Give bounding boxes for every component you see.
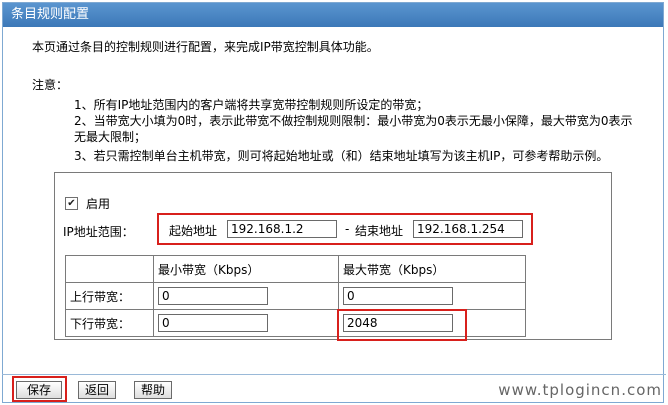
table-header-row: 最小带宽（Kbps） 最大带宽（Kbps） bbox=[65, 255, 526, 283]
enable-row: ✔ 启用 bbox=[65, 195, 110, 212]
enable-checkbox[interactable]: ✔ bbox=[65, 197, 78, 210]
max-downstream-highlight bbox=[337, 309, 467, 341]
watermark: www.tplogincn.com bbox=[498, 381, 662, 399]
upstream-max-input[interactable]: 0 bbox=[343, 287, 453, 305]
end-address-input[interactable]: 192.168.1.254 bbox=[413, 220, 523, 238]
window-title: 条目规则配置 bbox=[3, 3, 663, 27]
save-button[interactable]: 保存 bbox=[16, 381, 62, 399]
rule-form: ✔ 启用 IP地址范围： 起始地址 192.168.1.2 - 结束地址 192… bbox=[54, 172, 612, 341]
start-address-input[interactable]: 192.168.1.2 bbox=[227, 220, 337, 238]
intro-text: 本页通过条目的控制规则进行配置，来完成IP带宽控制具体功能。 bbox=[32, 40, 379, 54]
enable-label: 启用 bbox=[86, 197, 111, 211]
note-line-3: 无最大限制； bbox=[74, 130, 147, 144]
ip-range-highlight: 起始地址 192.168.1.2 - 结束地址 192.168.1.254 bbox=[157, 213, 533, 245]
header-blank bbox=[65, 255, 154, 283]
note-line-2: 2、当带宽大小填为0时，表示此带宽不做控制规则限制：最小带宽为0表示无最小保障，… bbox=[74, 114, 633, 128]
upstream-label: 上行带宽： bbox=[65, 282, 154, 310]
ip-range-label: IP地址范围： bbox=[63, 225, 134, 239]
table-row: 上行带宽： 0 0 bbox=[65, 282, 526, 310]
note-line-4: 3、若只需控制单台主机带宽，则可将起始地址或（和）结束地址填写为该主机IP，可参… bbox=[74, 149, 609, 163]
range-separator: - bbox=[345, 222, 350, 236]
downstream-min-input[interactable]: 0 bbox=[158, 314, 268, 332]
downstream-label: 下行带宽： bbox=[65, 309, 154, 337]
header-min-bandwidth: 最小带宽（Kbps） bbox=[153, 255, 339, 283]
end-address-label: 结束地址 bbox=[355, 224, 404, 238]
notes-title: 注意： bbox=[32, 78, 69, 92]
back-button[interactable]: 返回 bbox=[78, 381, 116, 399]
note-line-1: 1、所有IP地址范围内的客户端将共享宽带控制规则所设定的带宽； bbox=[74, 98, 429, 112]
footer-divider bbox=[2, 374, 666, 375]
header-max-bandwidth: 最大带宽（Kbps） bbox=[338, 255, 526, 283]
start-address-label: 起始地址 bbox=[169, 224, 218, 238]
help-button[interactable]: 帮助 bbox=[134, 381, 172, 399]
upstream-min-input[interactable]: 0 bbox=[158, 287, 268, 305]
